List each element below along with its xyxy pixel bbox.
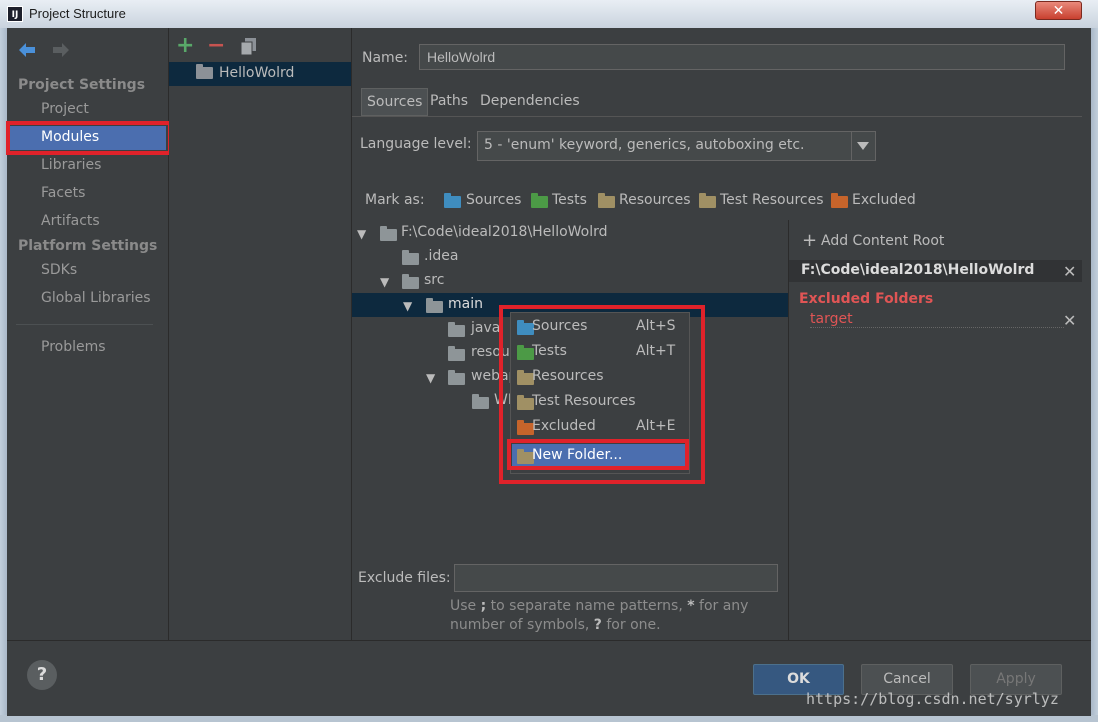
mark-as-resources[interactable]: Resources: [619, 192, 691, 208]
tests-folder-icon: [531, 193, 548, 211]
resources-tree-folder-icon: [448, 346, 465, 364]
resources-folder-icon: [598, 193, 615, 211]
nav-item-artifacts[interactable]: Artifacts: [41, 213, 100, 229]
excluded-folders-header: Excluded Folders: [799, 291, 934, 307]
remove-module-button[interactable]: −: [207, 33, 225, 58]
sources-folder-icon: [444, 193, 461, 211]
expand-triangle[interactable]: ▼: [380, 275, 389, 289]
module-folder-icon: [196, 64, 213, 82]
excluded-item-target[interactable]: target: [810, 311, 1064, 328]
project-settings-header: Project Settings: [18, 77, 146, 93]
mark-as-sources[interactable]: Sources: [466, 192, 521, 208]
settings-nav: [7, 28, 169, 640]
copy-icon[interactable]: [240, 37, 260, 56]
java-folder-icon: [448, 322, 465, 340]
web-inf-folder-icon: [472, 394, 489, 412]
tab-divider: [352, 116, 1082, 117]
arrow-left-icon[interactable]: [17, 41, 37, 59]
name-label: Name:: [362, 50, 409, 66]
nav-item-modules[interactable]: Modules: [41, 129, 99, 145]
language-level-value: 5 - 'enum' keyword, generics, autoboxing…: [484, 137, 805, 153]
tree-item-src[interactable]: src: [424, 272, 444, 288]
tree-item-idea[interactable]: .idea: [424, 248, 458, 264]
window-close-button[interactable]: ✕: [1035, 1, 1082, 20]
mark-as-tests[interactable]: Tests: [552, 192, 587, 208]
highlight-box-new-folder: [507, 439, 689, 470]
test-resources-folder-icon: [699, 193, 716, 211]
module-list-panel: [169, 28, 352, 640]
app-icon: IJ: [7, 6, 23, 22]
exclude-hint-line1: Use ; to separate name patterns, * for a…: [450, 598, 749, 614]
window-title: Project Structure: [29, 6, 126, 21]
tab-paths[interactable]: Paths: [425, 88, 473, 116]
exclude-files-input[interactable]: [454, 564, 778, 592]
content-root-panel: [789, 220, 1082, 640]
webapp-folder-icon: [448, 370, 465, 388]
idea-folder-icon: [402, 250, 419, 268]
help-button[interactable]: ?: [27, 660, 57, 690]
tab-sources[interactable]: Sources: [361, 88, 429, 116]
root-folder-icon: [380, 226, 397, 244]
language-level-label: Language level:: [360, 136, 472, 152]
nav-item-problems[interactable]: Problems: [41, 339, 106, 355]
expand-triangle[interactable]: ▼: [403, 299, 412, 313]
window-frame-right: [1091, 28, 1098, 722]
window-titlebar: [0, 0, 1098, 29]
mark-as-label: Mark as:: [365, 192, 425, 208]
chevron-down-icon: [857, 142, 869, 150]
nav-item-project[interactable]: Project: [41, 101, 89, 117]
tab-dependencies[interactable]: Dependencies: [475, 88, 585, 116]
expand-triangle[interactable]: ▼: [357, 227, 366, 241]
window-frame-bottom: [0, 715, 1098, 722]
expand-triangle[interactable]: ▼: [426, 371, 435, 385]
watermark: https://blog.csdn.net/syrlyz: [806, 690, 1059, 708]
nav-divider: [16, 324, 153, 325]
platform-settings-header: Platform Settings: [18, 238, 158, 254]
tree-root[interactable]: F:\Code\ideal2018\HelloWolrd: [401, 224, 608, 240]
nav-item-global-libraries[interactable]: Global Libraries: [41, 290, 151, 306]
nav-item-sdks[interactable]: SDKs: [41, 262, 77, 278]
tree-item-main[interactable]: main: [448, 296, 483, 312]
src-folder-icon: [402, 274, 419, 292]
module-name-input[interactable]: [419, 44, 1065, 70]
nav-item-facets[interactable]: Facets: [41, 185, 85, 201]
nav-item-libraries[interactable]: Libraries: [41, 157, 101, 173]
add-module-button[interactable]: +: [176, 33, 194, 58]
exclude-files-label: Exclude files:: [358, 570, 451, 586]
mark-as-test-resources[interactable]: Test Resources: [720, 192, 824, 208]
remove-content-root-icon[interactable]: ✕: [1063, 262, 1076, 281]
add-icon[interactable]: +: [802, 230, 817, 251]
excluded-folder-icon: [831, 193, 848, 211]
mark-as-excluded[interactable]: Excluded: [852, 192, 916, 208]
content-root-path: F:\Code\ideal2018\HelloWolrd: [801, 262, 1035, 278]
remove-excluded-icon[interactable]: ✕: [1063, 311, 1076, 330]
arrow-right-icon[interactable]: [51, 41, 71, 59]
module-item-hellowolrd[interactable]: HelloWolrd: [219, 65, 294, 81]
tree-item-java[interactable]: java: [471, 320, 500, 336]
main-folder-icon: [426, 298, 443, 316]
exclude-hint-line2: number of symbols, ? for one.: [450, 617, 661, 633]
add-content-root-link[interactable]: Add Content Root: [821, 233, 944, 249]
